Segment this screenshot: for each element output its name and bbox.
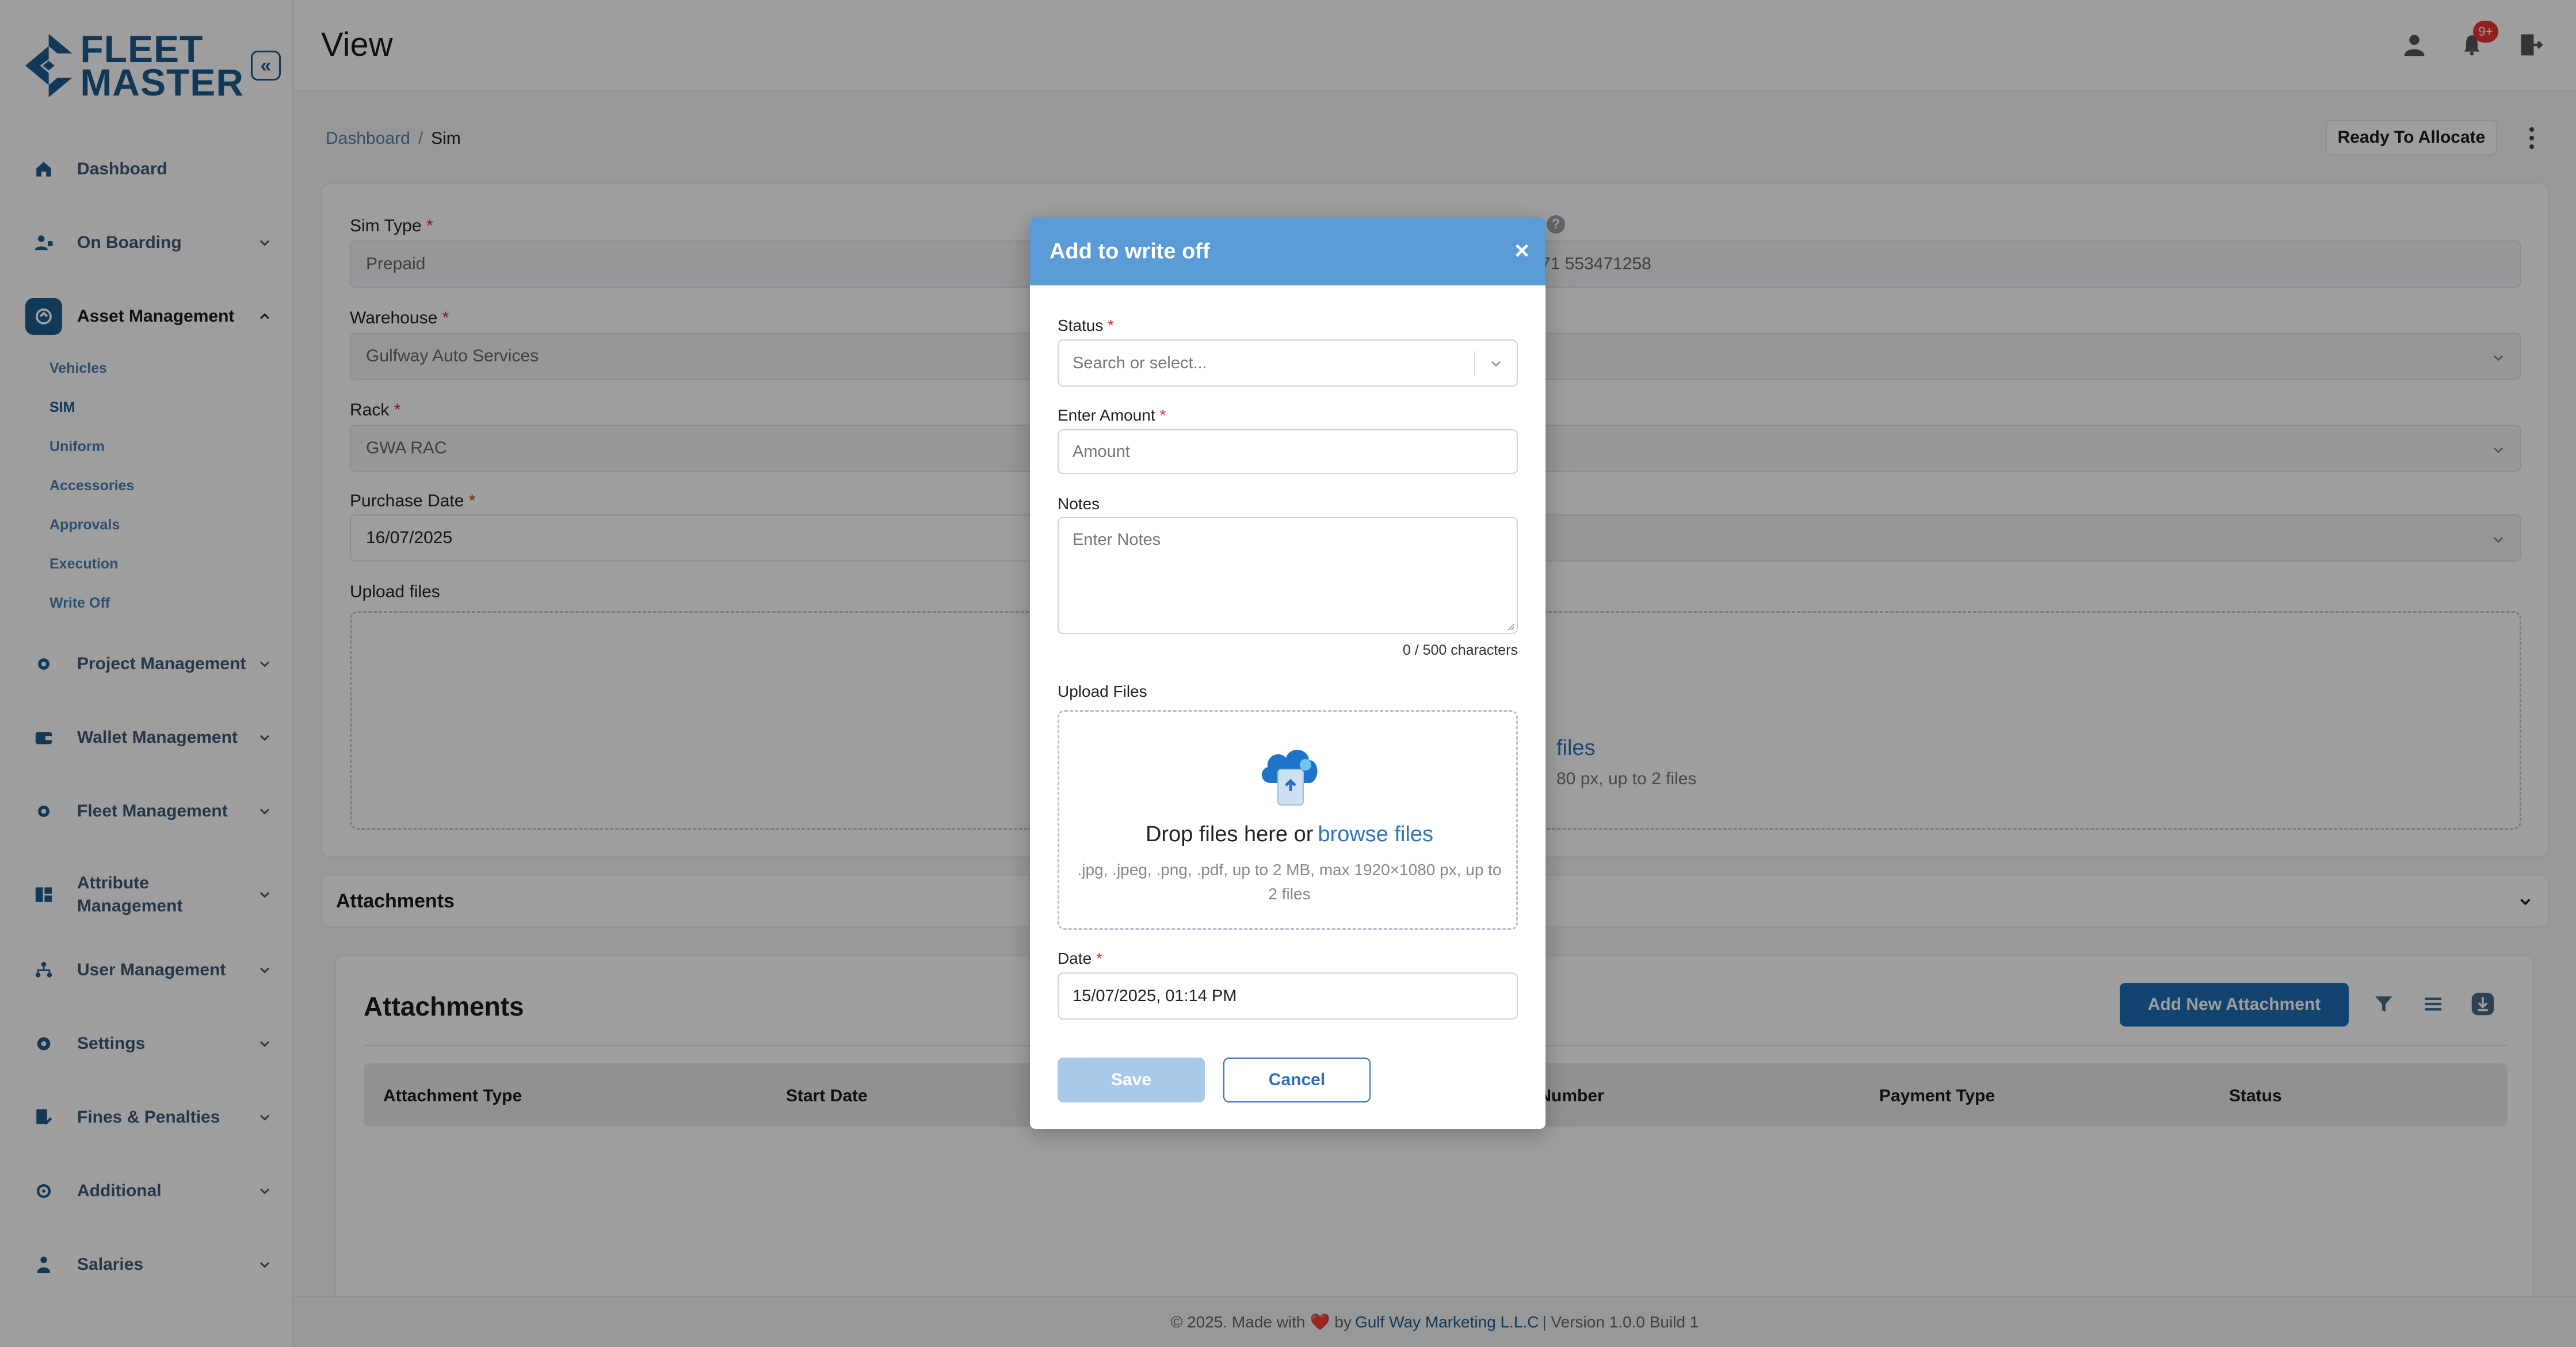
close-icon[interactable]: × bbox=[1514, 238, 1529, 264]
chevron-down-icon bbox=[1491, 361, 1501, 367]
notes-label: Notes bbox=[1058, 495, 1100, 513]
date-label: Date * bbox=[1058, 949, 1102, 967]
save-button[interactable]: Save bbox=[1058, 1058, 1205, 1102]
date-time-input[interactable]: 15/07/2025, 01:14 PM bbox=[1058, 972, 1518, 1020]
upload-hint: .jpg, .jpeg, .png, .pdf, up to 2 MB, max… bbox=[1077, 861, 1502, 903]
drop-text: Drop files here or bbox=[1145, 822, 1314, 846]
modal-header: Add to write off × bbox=[1030, 217, 1545, 285]
drop-instructions: Drop files here or browse files bbox=[1059, 822, 1520, 847]
cancel-button[interactable]: Cancel bbox=[1223, 1058, 1371, 1102]
amount-label: Enter Amount * bbox=[1058, 406, 1166, 424]
status-select[interactable]: Search or select... bbox=[1058, 339, 1518, 387]
modal-title: Add to write off bbox=[1050, 239, 1210, 264]
status-label: Status * bbox=[1058, 316, 1115, 334]
select-separator bbox=[1474, 351, 1475, 376]
cloud-upload-icon bbox=[1261, 750, 1318, 806]
modal-upload-dropzone[interactable]: Drop files here or browse files .jpg, .jp… bbox=[1058, 710, 1518, 930]
browse-files-link[interactable]: browse files bbox=[1318, 822, 1433, 846]
notes-char-count: 0 / 500 characters bbox=[1402, 642, 1518, 658]
resize-handle-icon[interactable] bbox=[1505, 621, 1514, 631]
amount-input[interactable] bbox=[1058, 429, 1518, 474]
write-off-modal: Add to write off × Status * Search or se… bbox=[1030, 217, 1545, 1129]
upload-files-label: Upload Files bbox=[1058, 682, 1147, 700]
notes-placeholder: Enter Notes bbox=[1073, 531, 1161, 549]
status-placeholder: Search or select... bbox=[1073, 353, 1207, 372]
notes-textarea[interactable]: Enter Notes bbox=[1058, 517, 1518, 634]
